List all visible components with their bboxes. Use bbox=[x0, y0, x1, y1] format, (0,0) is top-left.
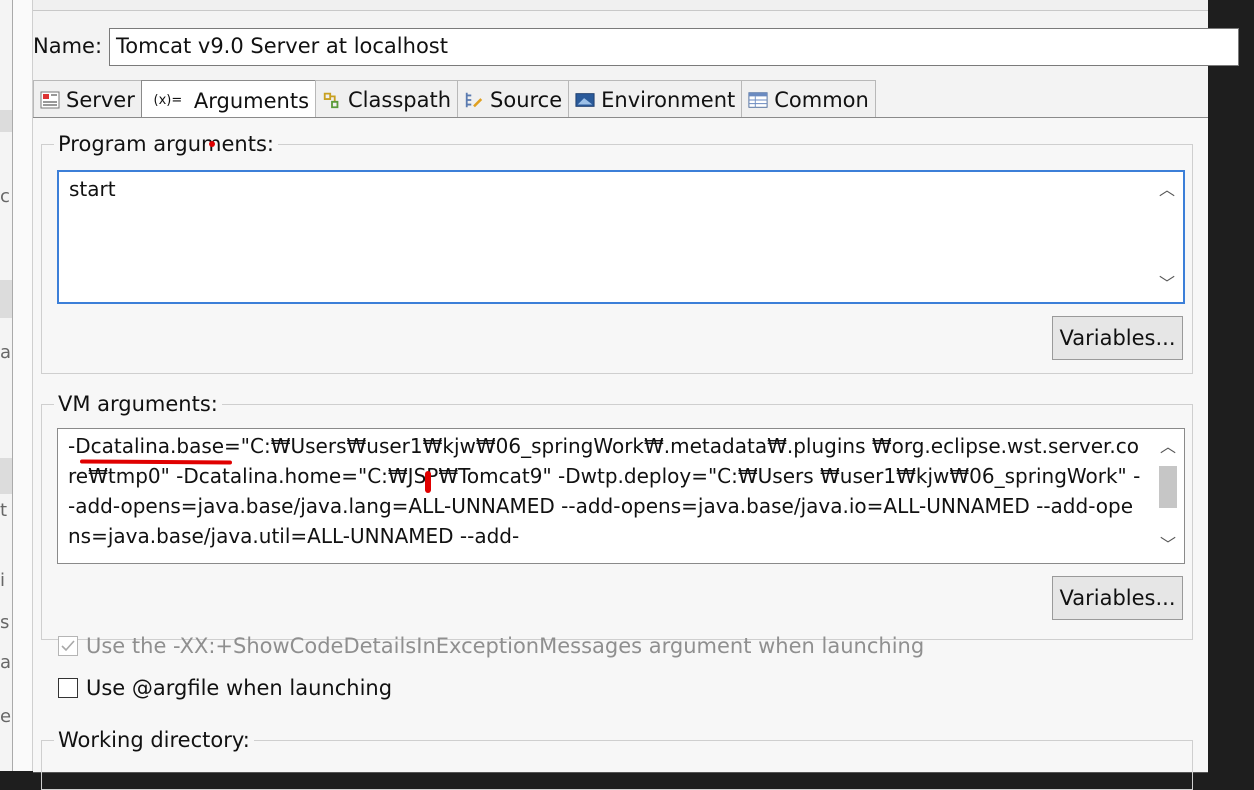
vm-arguments-scrollbar[interactable]: ︿ ﹀ bbox=[1153, 430, 1183, 562]
background-editor-sliver: c a t i s a e bbox=[0, 0, 13, 771]
top-divider bbox=[33, 0, 1208, 11]
arguments-icon: (x)= bbox=[153, 93, 183, 108]
vm-arguments-label: VM arguments: bbox=[58, 392, 218, 416]
tab-classpath[interactable]: Classpath bbox=[315, 80, 459, 118]
classpath-icon bbox=[322, 90, 342, 110]
show-code-details-label: Use the -XX:+ShowCodeDetailsInExceptionM… bbox=[86, 634, 925, 658]
editor-fragment: i bbox=[0, 570, 6, 591]
configuration-name-input[interactable]: Tomcat v9.0 Server at localhost bbox=[109, 28, 1239, 66]
program-arguments-text: start bbox=[69, 177, 116, 201]
tab-label: Classpath bbox=[348, 87, 452, 112]
argfile-label: Use @argfile when launching bbox=[86, 676, 393, 700]
source-icon bbox=[464, 90, 484, 110]
editor-fragment: a bbox=[0, 652, 12, 673]
configuration-tabs: Server (x)= Arguments Classpath Source E… bbox=[33, 80, 876, 120]
scroll-up-icon[interactable]: ︿ bbox=[1152, 175, 1182, 205]
tab-common[interactable]: Common bbox=[741, 80, 876, 118]
working-directory-group: Working directory: bbox=[41, 728, 1193, 790]
checkmark-icon bbox=[61, 640, 75, 652]
name-label: Name: bbox=[33, 34, 103, 58]
launch-configuration-panel: Name: Tomcat v9.0 Server at localhost Se… bbox=[33, 0, 1239, 790]
red-annotation-dot bbox=[209, 141, 215, 147]
tab-label: Server bbox=[66, 87, 135, 112]
arguments-tab-panel: Program arguments: start ︿ ﹀ Variables..… bbox=[33, 117, 1208, 790]
tab-source[interactable]: Source bbox=[457, 80, 570, 118]
tab-environment[interactable]: Environment bbox=[568, 80, 743, 118]
tab-label: Arguments bbox=[193, 88, 310, 113]
vm-arguments-textarea[interactable]: -Dcatalina.base="C:₩Users₩user1₩kjw₩06_s… bbox=[57, 428, 1185, 564]
editor-gutter bbox=[13, 0, 33, 771]
argfile-option: Use @argfile when launching bbox=[58, 676, 392, 700]
editor-fragment: e bbox=[0, 706, 12, 727]
program-variables-button[interactable]: Variables... bbox=[1052, 316, 1183, 360]
environment-icon bbox=[575, 90, 595, 110]
scroll-down-icon[interactable]: ﹀ bbox=[1153, 530, 1183, 560]
vm-variables-button[interactable]: Variables... bbox=[1052, 576, 1183, 620]
scrollbar-thumb[interactable] bbox=[1159, 466, 1177, 508]
tab-arguments[interactable]: (x)= Arguments bbox=[140, 80, 317, 120]
tab-label: Environment bbox=[601, 87, 736, 112]
editor-fragment: s bbox=[0, 612, 10, 633]
editor-fragment: a bbox=[0, 342, 12, 363]
red-annotation-mark bbox=[425, 471, 431, 493]
server-icon bbox=[40, 90, 60, 110]
program-arguments-textarea[interactable]: start ︿ ﹀ bbox=[57, 170, 1185, 304]
tab-label: Source bbox=[490, 87, 563, 112]
show-code-details-checkbox[interactable] bbox=[58, 636, 78, 656]
editor-fragment: t bbox=[0, 500, 8, 521]
scroll-up-icon[interactable]: ︿ bbox=[1153, 432, 1183, 462]
tab-label: Common bbox=[774, 87, 869, 112]
show-code-details-option: Use the -XX:+ShowCodeDetailsInExceptionM… bbox=[58, 634, 924, 658]
tab-server[interactable]: Server bbox=[33, 80, 142, 118]
working-directory-label: Working directory: bbox=[58, 728, 250, 752]
editor-fragment: c bbox=[0, 186, 10, 207]
argfile-checkbox[interactable] bbox=[58, 678, 78, 698]
vm-arguments-text: -Dcatalina.base="C:₩Users₩user1₩kjw₩06_s… bbox=[68, 434, 1141, 548]
common-icon bbox=[748, 90, 768, 110]
program-arguments-scrollbar[interactable]: ︿ ﹀ bbox=[1152, 173, 1182, 301]
scroll-down-icon[interactable]: ﹀ bbox=[1152, 269, 1182, 299]
program-arguments-label: Program arguments: bbox=[58, 132, 274, 156]
